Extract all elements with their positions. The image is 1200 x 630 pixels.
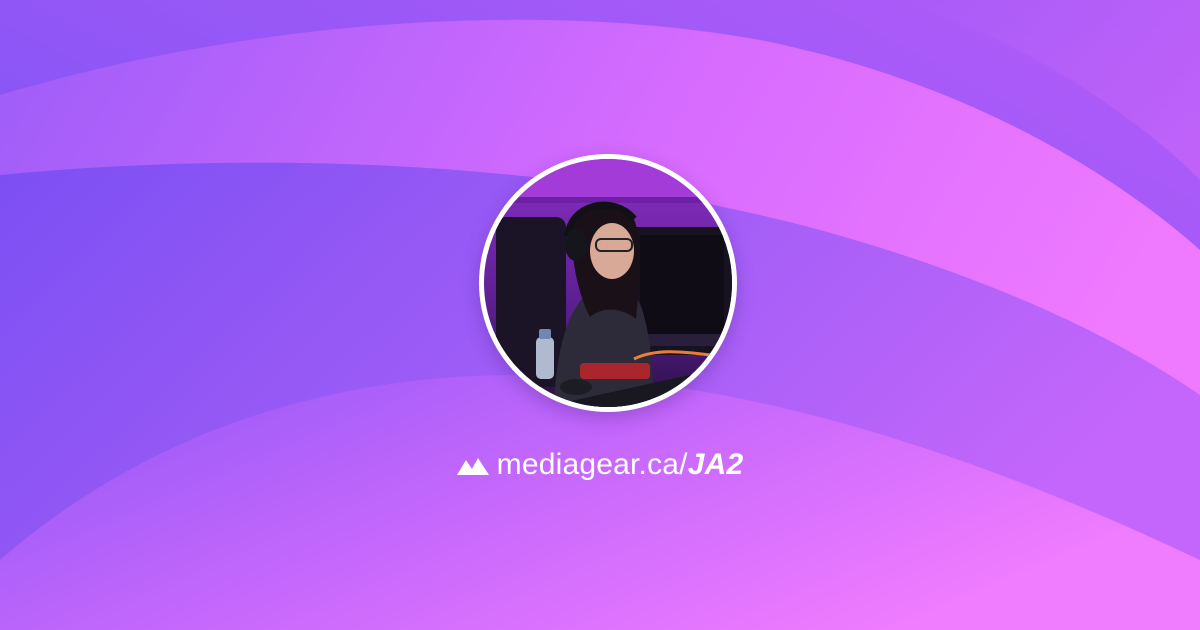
- avatar-photo-gamer: [484, 159, 732, 407]
- profile-link[interactable]: mediagear.ca/ JA2: [0, 440, 1200, 490]
- profile-share-card: mediagear.ca/ JA2: [0, 0, 1200, 630]
- profile-username: JA2: [687, 448, 744, 481]
- profile-avatar-frame[interactable]: [479, 154, 737, 412]
- profile-domain-text: mediagear.ca/: [496, 448, 688, 481]
- profile-avatar: [484, 159, 732, 407]
- mountain-logo-icon: [456, 456, 489, 476]
